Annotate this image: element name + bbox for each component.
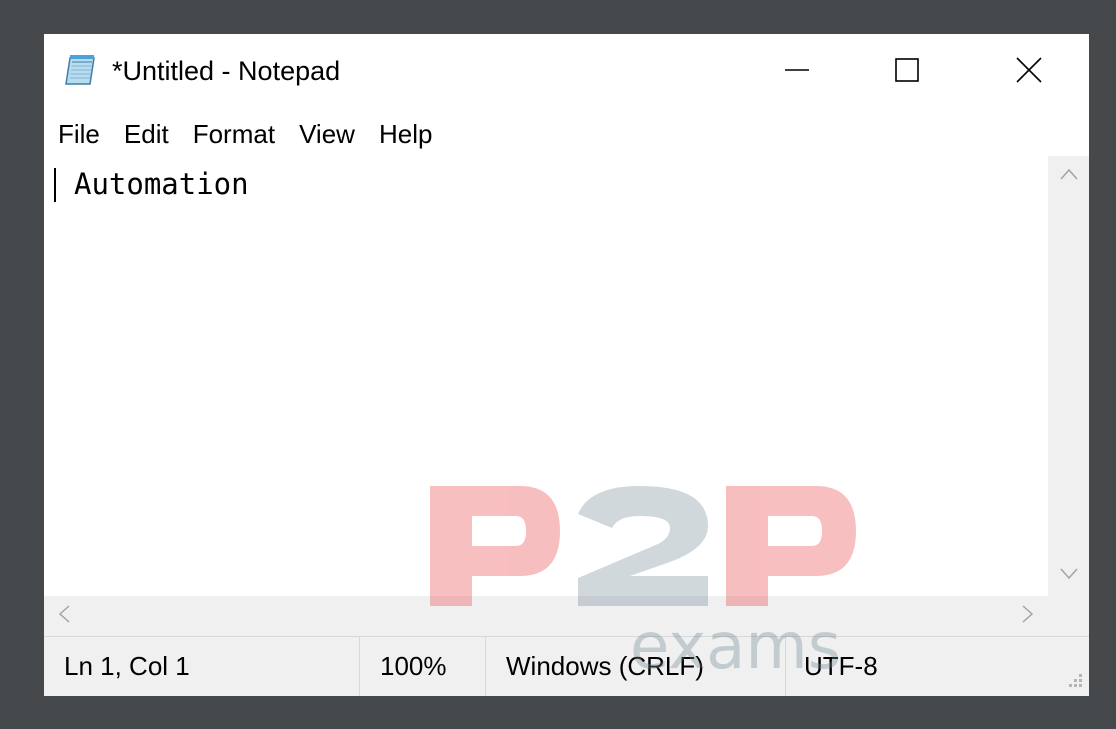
title-bar[interactable]: *Untitled - Notepad bbox=[44, 34, 1089, 112]
window-title: *Untitled - Notepad bbox=[112, 56, 341, 86]
chevron-down-icon bbox=[1059, 567, 1078, 585]
close-button[interactable] bbox=[974, 34, 1084, 110]
status-line-ending: Windows (CRLF) bbox=[486, 637, 786, 696]
minimize-button[interactable] bbox=[742, 34, 852, 110]
status-cursor-position: Ln 1, Col 1 bbox=[44, 637, 360, 696]
menu-view[interactable]: View bbox=[287, 114, 367, 154]
resize-grip-icon[interactable] bbox=[1063, 670, 1083, 690]
menu-file[interactable]: File bbox=[44, 114, 112, 154]
chevron-left-icon bbox=[58, 604, 70, 628]
status-encoding: UTF-8 bbox=[804, 651, 878, 681]
scroll-left-button[interactable] bbox=[44, 596, 84, 636]
menu-help[interactable]: Help bbox=[367, 114, 444, 154]
menu-bar: File Edit Format View Help bbox=[44, 114, 1089, 154]
menu-edit[interactable]: Edit bbox=[112, 114, 181, 154]
minimize-icon bbox=[785, 58, 809, 87]
chevron-right-icon bbox=[1022, 604, 1034, 628]
close-icon bbox=[1016, 56, 1042, 88]
maximize-button[interactable] bbox=[852, 34, 962, 110]
scroll-right-button[interactable] bbox=[1008, 596, 1048, 636]
editor-content: Automation bbox=[74, 167, 249, 201]
scrollbar-corner bbox=[1048, 596, 1089, 636]
chevron-up-icon bbox=[1059, 167, 1078, 185]
status-bar: Ln 1, Col 1 100% Windows (CRLF) UTF-8 bbox=[44, 636, 1089, 696]
maximize-icon bbox=[895, 57, 919, 87]
scroll-down-button[interactable] bbox=[1048, 556, 1089, 596]
menu-format[interactable]: Format bbox=[181, 114, 287, 154]
vertical-scrollbar[interactable] bbox=[1048, 156, 1089, 596]
status-zoom: 100% bbox=[360, 637, 486, 696]
notepad-window: *Untitled - Notepad File Edit Format Vie… bbox=[44, 34, 1089, 696]
text-caret bbox=[54, 168, 56, 202]
notepad-icon bbox=[64, 54, 100, 88]
text-editor[interactable]: Automation bbox=[44, 156, 1048, 596]
horizontal-scrollbar[interactable] bbox=[44, 596, 1048, 636]
scroll-up-button[interactable] bbox=[1048, 156, 1089, 196]
